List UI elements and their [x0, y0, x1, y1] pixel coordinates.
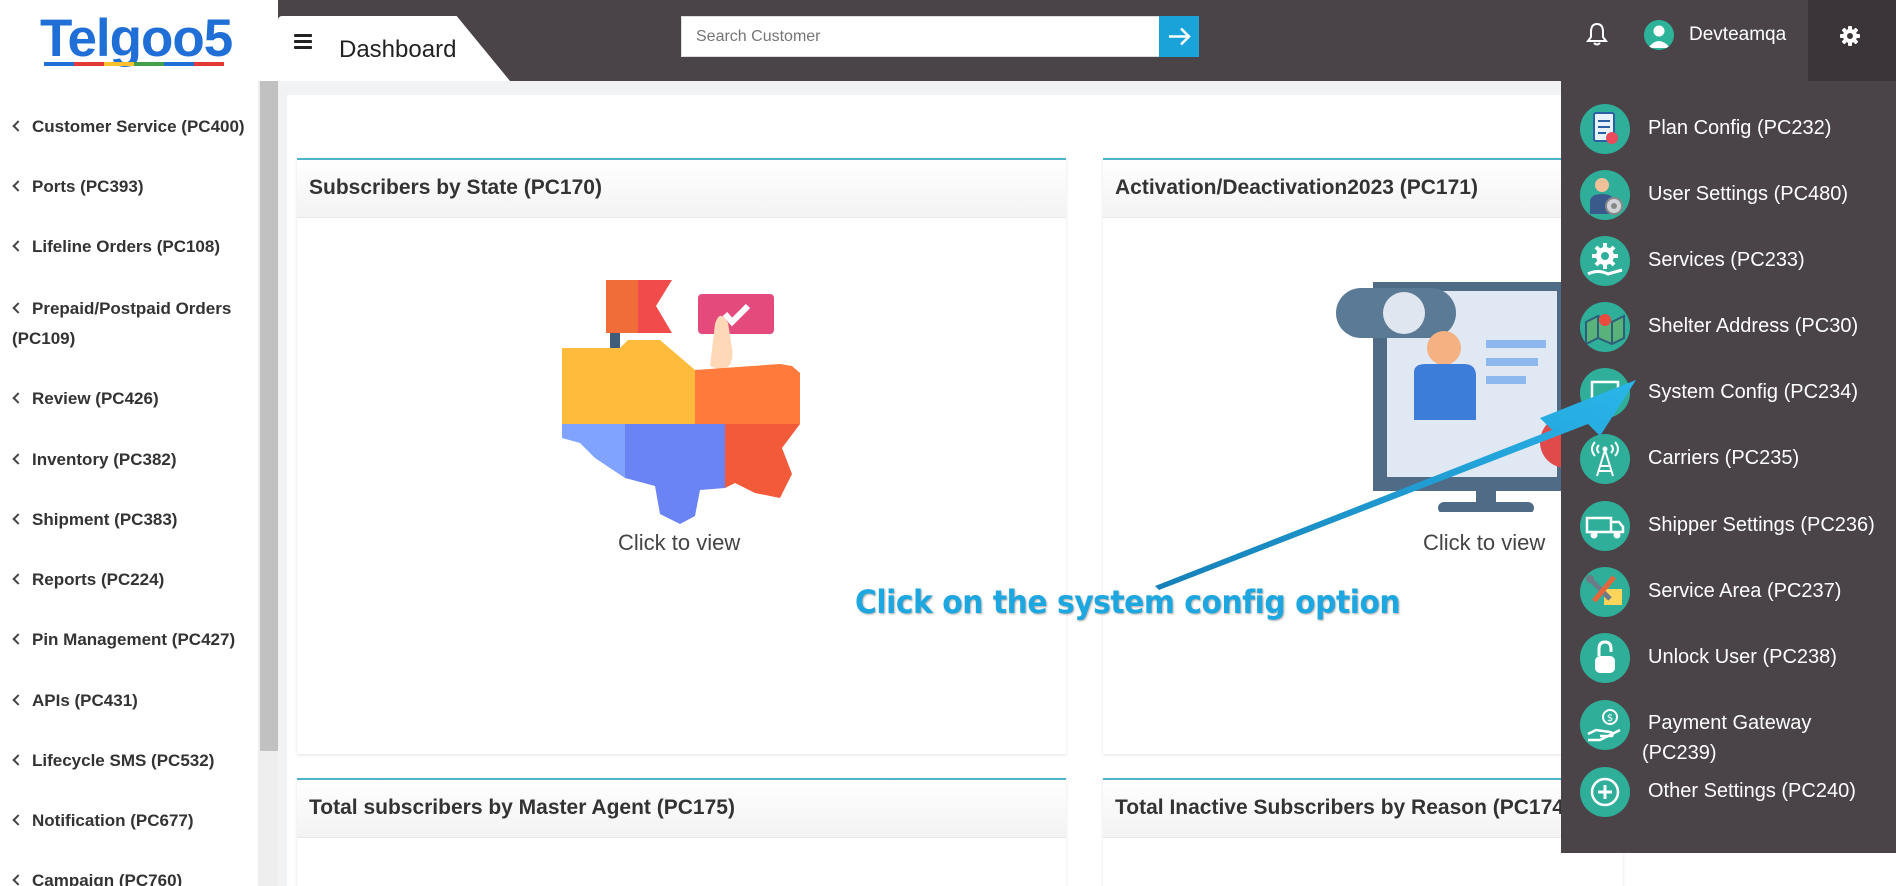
tutorial-annotation-text: Click on the system config option [855, 583, 1401, 621]
app-root: Telgoo5 Dashboard Devteamqa [0, 0, 1896, 886]
tutorial-arrow [1155, 380, 1636, 590]
